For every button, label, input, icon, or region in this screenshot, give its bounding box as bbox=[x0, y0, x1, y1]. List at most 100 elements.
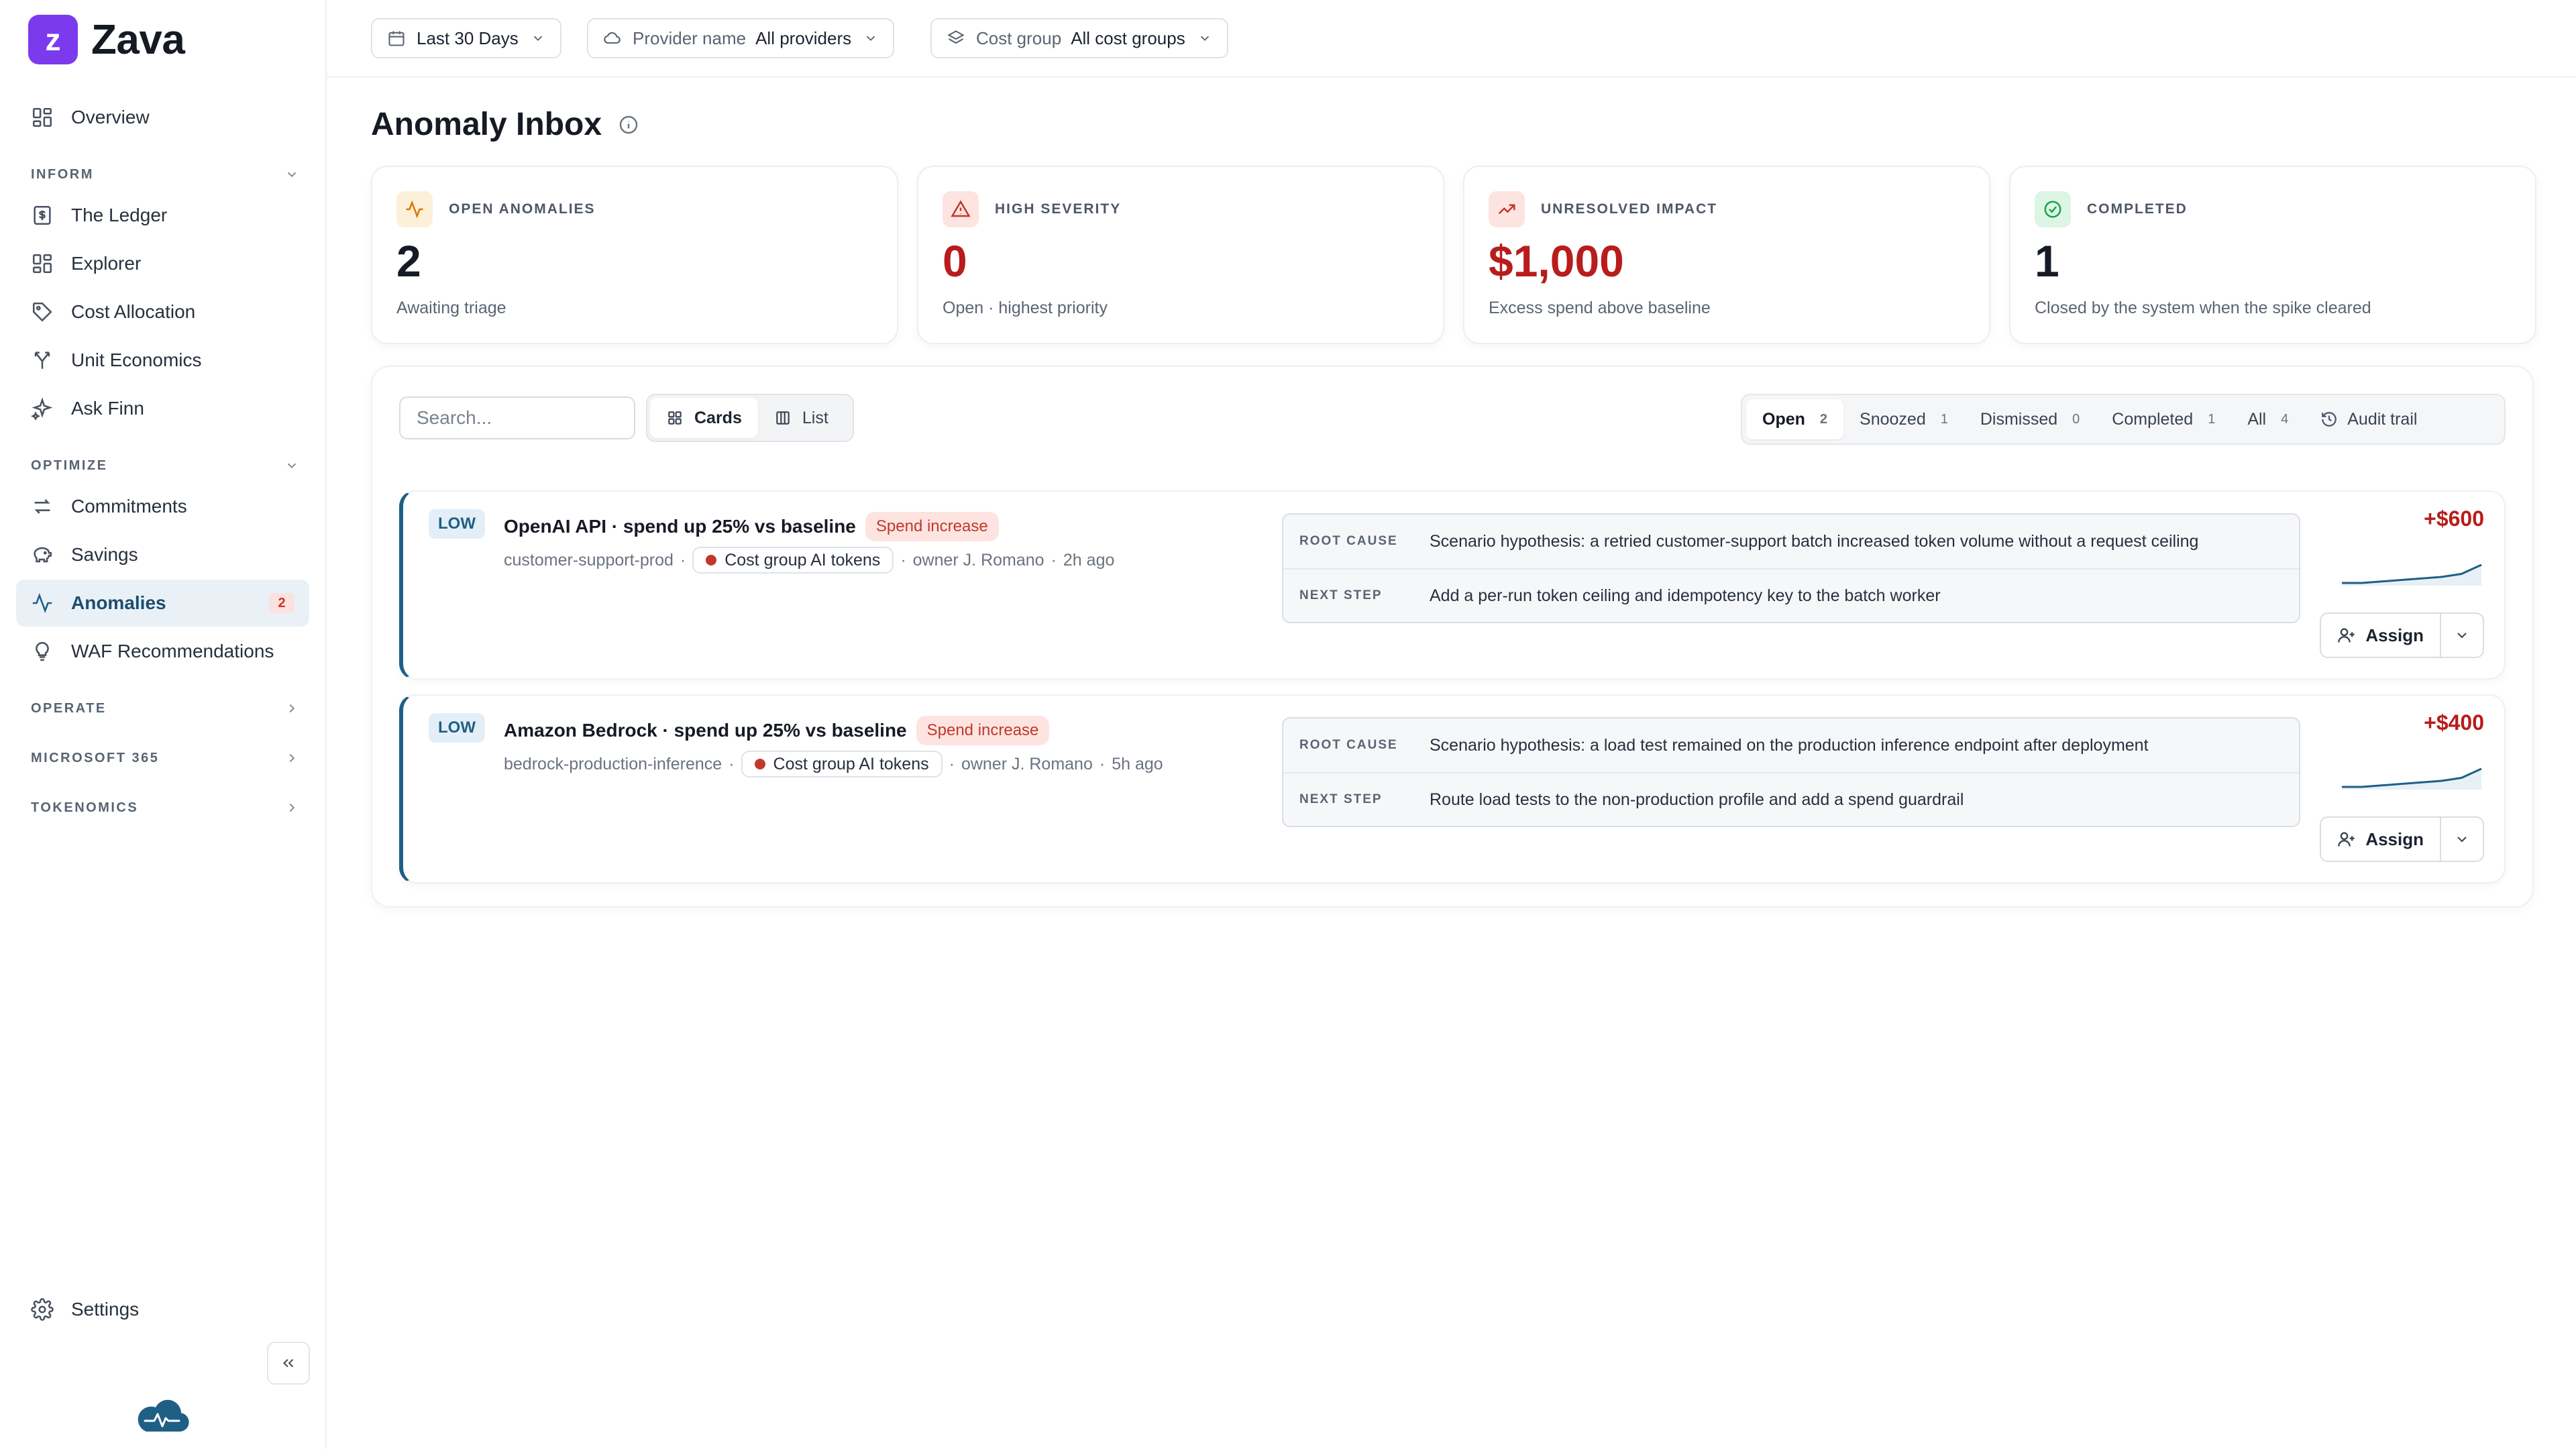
sidebar-item-unit-economics[interactable]: Unit Economics bbox=[16, 337, 309, 384]
cost-group-filter[interactable]: Cost group All cost groups bbox=[930, 18, 1228, 58]
tab-dismissed[interactable]: Dismissed 0 bbox=[1964, 399, 2096, 439]
date-range-filter[interactable]: Last 30 Days bbox=[371, 18, 561, 58]
section-microsoft-365[interactable]: MICROSOFT 365 bbox=[31, 745, 299, 771]
info-icon[interactable] bbox=[618, 114, 639, 136]
section-label: OPERATE bbox=[31, 700, 107, 716]
next-step-text: Add a per-run token ceiling and idempote… bbox=[1430, 586, 1941, 605]
tab-count: 4 bbox=[2281, 411, 2289, 427]
arrows-icon bbox=[34, 499, 50, 514]
anomaly-card[interactable]: LOW OpenAI API · spend up 25% vs baselin… bbox=[399, 490, 2506, 680]
split-icon bbox=[34, 352, 50, 369]
section-label: TOKENOMICS bbox=[31, 800, 139, 815]
chevron-down-icon bbox=[1200, 36, 1209, 42]
tab-all[interactable]: All 4 bbox=[2231, 399, 2304, 439]
sidebar-item-commitments[interactable]: Commitments bbox=[16, 483, 309, 530]
stat-value: 0 bbox=[943, 236, 967, 286]
sparkline bbox=[2342, 767, 2482, 790]
sidebar-item-label: Savings bbox=[71, 544, 138, 565]
anomaly-card[interactable]: LOW Amazon Bedrock · spend up 25% vs bas… bbox=[399, 694, 2506, 883]
check-circle-icon bbox=[2044, 201, 2061, 218]
section-label: MICROSOFT 365 bbox=[31, 750, 160, 765]
sidebar: z Zava Overview INFORM The Ledger Explor… bbox=[0, 0, 327, 1449]
view-toggle: Cards List bbox=[646, 394, 854, 442]
trend-up-icon bbox=[1498, 204, 1515, 215]
anomaly-title: OpenAI API · spend up 25% vs baseline Sp… bbox=[504, 512, 999, 541]
brand[interactable]: z Zava bbox=[28, 15, 185, 64]
next-step-label: NEXT STEP bbox=[1299, 588, 1383, 602]
sidebar-item-waf-recommendations[interactable]: WAF Recommendations bbox=[16, 628, 309, 675]
cause-box: ROOT CAUSE Scenario hypothesis: a retrie… bbox=[1282, 513, 2300, 623]
view-list-label: List bbox=[802, 408, 828, 427]
audit-trail-button[interactable]: Audit trail bbox=[2304, 399, 2433, 439]
section-operate[interactable]: OPERATE bbox=[31, 695, 299, 722]
chevron-down-icon bbox=[2457, 633, 2467, 639]
grid-icon bbox=[32, 254, 52, 274]
gear-icon bbox=[31, 1298, 54, 1321]
sparkle-icon bbox=[31, 397, 53, 420]
sparkline bbox=[2342, 564, 2482, 586]
chevron-down-icon bbox=[287, 463, 297, 469]
brand-name: Zava bbox=[91, 16, 185, 63]
cloud-icon bbox=[604, 32, 621, 44]
tab-open[interactable]: Open 2 bbox=[1746, 399, 1844, 439]
assign-button[interactable]: Assign bbox=[2321, 818, 2440, 861]
tab-completed[interactable]: Completed 1 bbox=[2096, 399, 2231, 439]
tab-count: 1 bbox=[1940, 411, 1948, 427]
sidebar-item-label: WAF Recommendations bbox=[71, 641, 274, 661]
assign-button-group: Assign bbox=[2320, 612, 2484, 658]
sidebar-item-savings[interactable]: Savings bbox=[16, 531, 309, 578]
sidebar-item-settings[interactable]: Settings bbox=[16, 1286, 309, 1333]
anomaly-type-tag: Spend increase bbox=[916, 716, 1050, 745]
sidebar-item-label: Unit Economics bbox=[71, 350, 202, 370]
search-input[interactable] bbox=[399, 396, 635, 439]
warning-icon bbox=[951, 200, 971, 217]
assign-label: Assign bbox=[2365, 625, 2424, 645]
assign-options-button[interactable] bbox=[2440, 614, 2483, 657]
history-icon bbox=[2322, 412, 2337, 427]
stat-subtitle: Awaiting triage bbox=[396, 299, 506, 317]
section-inform[interactable]: INFORM bbox=[31, 161, 299, 188]
separator: · bbox=[949, 754, 955, 773]
section-tokenomics[interactable]: TOKENOMICS bbox=[31, 794, 299, 821]
status-tabs: Open 2 Snoozed 1 Dismissed 0 Completed 1… bbox=[1741, 394, 2506, 445]
root-cause-row: ROOT CAUSE Scenario hypothesis: a load t… bbox=[1283, 718, 2299, 772]
sidebar-item-label: Overview bbox=[71, 107, 150, 127]
sidebar-item-anomalies[interactable]: Anomalies 2 bbox=[16, 580, 309, 627]
tab-count: 2 bbox=[1819, 411, 1828, 427]
resource-name: customer-support-prod bbox=[504, 550, 674, 570]
sidebar-item-ledger[interactable]: The Ledger bbox=[16, 192, 309, 239]
pulse-icon bbox=[406, 200, 423, 219]
sidebar-item-ask-finn[interactable]: Ask Finn bbox=[16, 385, 309, 432]
view-list-button[interactable]: List bbox=[758, 398, 845, 438]
next-step-label: NEXT STEP bbox=[1299, 792, 1383, 806]
assign-options-button[interactable] bbox=[2440, 818, 2483, 861]
sidebar-item-cost-allocation[interactable]: Cost Allocation bbox=[16, 288, 309, 335]
sidebar-item-explorer[interactable]: Explorer bbox=[16, 240, 309, 287]
section-optimize[interactable]: OPTIMIZE bbox=[31, 452, 299, 479]
next-step-row: NEXT STEP Route load tests to the non-pr… bbox=[1283, 772, 2299, 826]
filter-value: Last 30 Days bbox=[417, 28, 519, 48]
chip-label: Cost group AI tokens bbox=[773, 754, 929, 773]
page-title-text: Anomaly Inbox bbox=[371, 107, 602, 142]
stat-card-unresolved-impact: UNRESOLVED IMPACT $1,000 Excess spend ab… bbox=[1463, 166, 1990, 344]
user-plus-icon bbox=[2338, 628, 2355, 643]
anomaly-title-text: Amazon Bedrock · spend up 25% vs baselin… bbox=[504, 720, 907, 741]
cost-group-chip[interactable]: Cost group AI tokens bbox=[692, 547, 894, 574]
next-step-text: Route load tests to the non-production p… bbox=[1430, 790, 1964, 809]
chevron-down-icon bbox=[2457, 837, 2467, 843]
sidebar-item-overview[interactable]: Overview bbox=[16, 94, 309, 141]
cost-group-chip[interactable]: Cost group AI tokens bbox=[741, 751, 943, 777]
collapse-sidebar-button[interactable] bbox=[267, 1342, 310, 1385]
count-badge: 2 bbox=[269, 593, 294, 613]
chip-label: Cost group AI tokens bbox=[724, 550, 881, 570]
tab-label: Open bbox=[1762, 409, 1805, 429]
chevron-down-icon bbox=[287, 172, 297, 178]
view-cards-button[interactable]: Cards bbox=[650, 398, 758, 438]
assign-button[interactable]: Assign bbox=[2321, 614, 2440, 657]
chevron-right-icon bbox=[289, 753, 295, 763]
provider-filter[interactable]: Provider name All providers bbox=[587, 18, 895, 58]
grid-icon bbox=[668, 411, 682, 425]
section-label: INFORM bbox=[31, 166, 94, 182]
separator: · bbox=[900, 550, 906, 570]
tab-snoozed[interactable]: Snoozed 1 bbox=[1843, 399, 1964, 439]
